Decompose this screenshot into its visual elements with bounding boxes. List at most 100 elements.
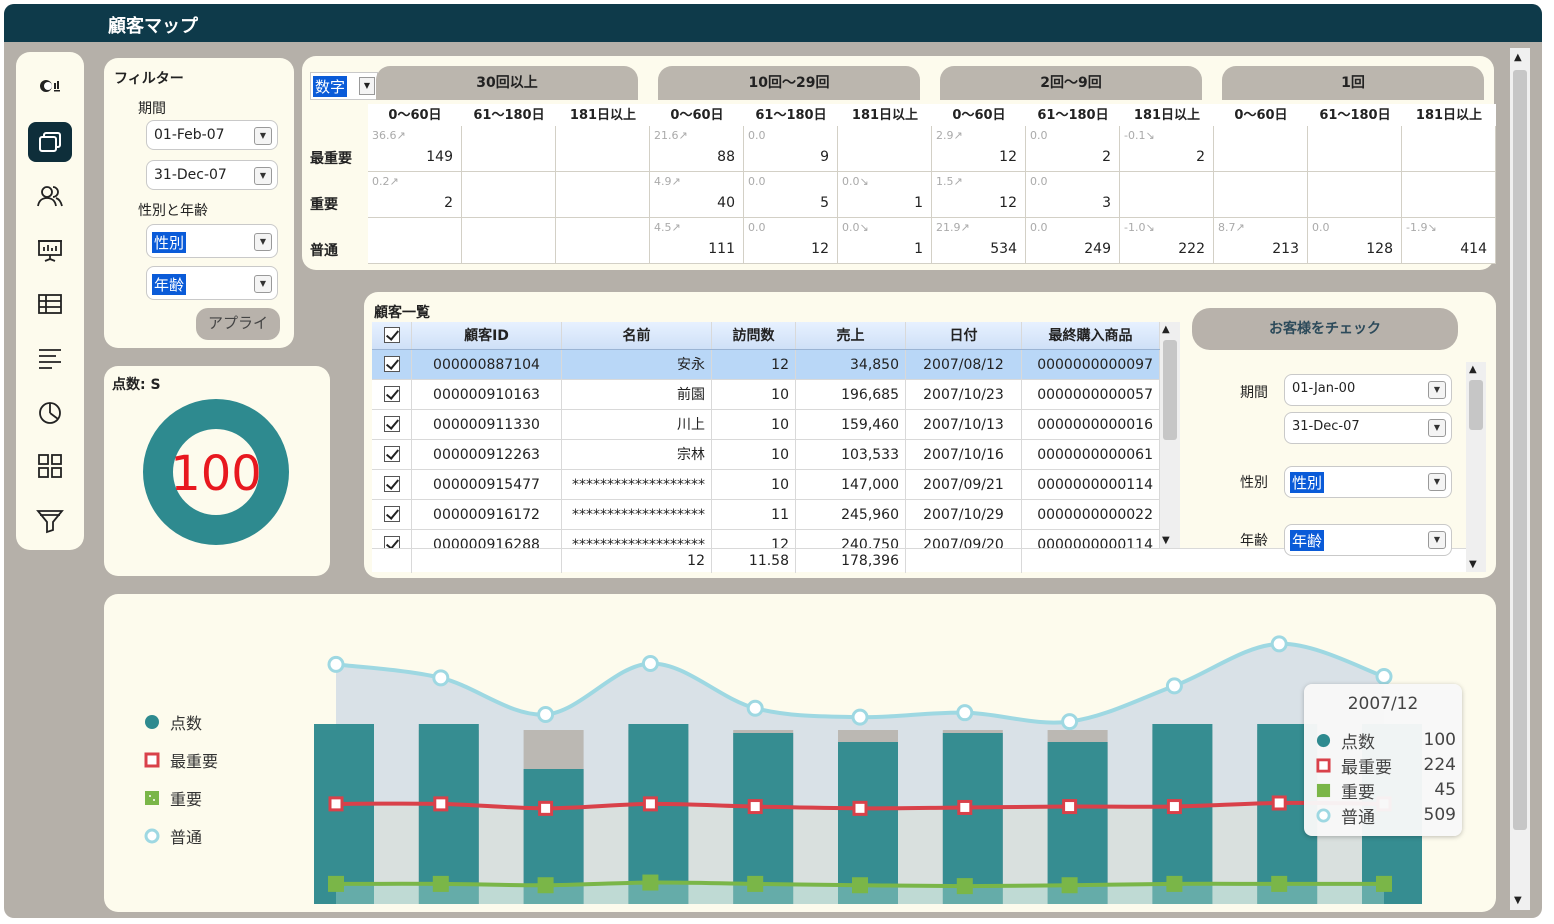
date-to-combo[interactable]: 31-Dec-07 ▼ <box>146 160 278 190</box>
column-header[interactable]: 日付 <box>906 322 1022 349</box>
column-header[interactable]: 訪問数 <box>712 322 796 349</box>
chevron-up-icon[interactable]: ▲ <box>1514 52 1522 63</box>
column-header[interactable]: 売上 <box>796 322 906 349</box>
chevron-down-icon[interactable]: ▼ <box>1469 559 1477 570</box>
row-checkbox[interactable] <box>372 380 412 409</box>
chevron-down-icon[interactable]: ▼ <box>1428 473 1446 491</box>
row-checkbox[interactable] <box>372 410 412 439</box>
checkbox-icon[interactable] <box>383 327 400 343</box>
matrix-cell[interactable] <box>1308 172 1402 218</box>
pie-chart-icon[interactable] <box>28 392 72 432</box>
matrix-cell[interactable] <box>556 218 650 264</box>
chevron-down-icon[interactable]: ▼ <box>1162 535 1170 546</box>
checkbox-icon[interactable] <box>383 506 400 522</box>
matrix-cell[interactable]: 4.9↗ 40 <box>650 172 744 218</box>
row-checkbox[interactable] <box>372 500 412 529</box>
check-customer-button[interactable]: お客様をチェック <box>1192 308 1458 350</box>
matrix-cell[interactable]: -0.1↘ 2 <box>1120 126 1214 172</box>
matrix-mode-combo[interactable]: 数字 ▼ <box>310 72 378 100</box>
chevron-down-icon[interactable]: ▼ <box>1428 381 1446 399</box>
matrix-cell[interactable] <box>368 218 462 264</box>
grid-scroll-thumb[interactable] <box>1163 340 1177 440</box>
grid-icon[interactable] <box>28 446 72 486</box>
cards-icon[interactable] <box>28 122 72 162</box>
summary-icon[interactable] <box>28 66 72 106</box>
row-checkbox[interactable] <box>372 440 412 469</box>
matrix-cell[interactable]: 0.2↗ 2 <box>368 172 462 218</box>
matrix-cell[interactable]: 0.0↘ 1 <box>838 172 932 218</box>
chevron-down-icon[interactable]: ▼ <box>254 233 272 251</box>
chevron-up-icon[interactable]: ▲ <box>1469 364 1477 375</box>
check-date-from-combo[interactable]: 01-Jan-00 ▼ <box>1284 374 1452 406</box>
checkbox-icon[interactable] <box>383 476 400 492</box>
matrix-cell[interactable]: 0.0 12 <box>744 218 838 264</box>
table-row[interactable]: 000000915477 ******************* 10 147,000… <box>372 470 1160 500</box>
matrix-cell[interactable]: 0.0 2 <box>1026 126 1120 172</box>
check-age-combo[interactable]: 年齢 ▼ <box>1284 524 1452 556</box>
matrix-cell[interactable] <box>1120 172 1214 218</box>
window-scrollbar[interactable]: ▲ ▼ <box>1510 48 1530 910</box>
matrix-cell[interactable]: 21.6↗ 88 <box>650 126 744 172</box>
matrix-cell[interactable]: 0.0 249 <box>1026 218 1120 264</box>
matrix-cell[interactable]: -1.0↘ 222 <box>1120 218 1214 264</box>
table-row[interactable]: 000000916172 ******************* 11 245,960… <box>372 500 1160 530</box>
select-all-checkbox[interactable] <box>372 322 412 349</box>
checkbox-icon[interactable] <box>383 446 400 462</box>
column-header[interactable]: 顧客ID <box>412 322 562 349</box>
matrix-cell[interactable] <box>462 126 556 172</box>
matrix-cell[interactable]: 8.7↗ 213 <box>1214 218 1308 264</box>
list-icon[interactable] <box>28 338 72 378</box>
window-scroll-thumb[interactable] <box>1513 70 1527 830</box>
check-scroll-thumb[interactable] <box>1469 380 1483 430</box>
matrix-cell[interactable] <box>462 218 556 264</box>
funnel-icon[interactable] <box>28 500 72 540</box>
legend-item-score[interactable]: 点数 <box>144 710 202 734</box>
apply-button[interactable]: アプライ <box>196 308 280 340</box>
matrix-cell[interactable]: 36.6↗ 149 <box>368 126 462 172</box>
row-checkbox[interactable] <box>372 350 412 379</box>
column-header[interactable]: 名前 <box>562 322 712 349</box>
chevron-down-icon[interactable]: ▼ <box>359 77 375 95</box>
matrix-cell[interactable]: 1.5↗ 12 <box>932 172 1026 218</box>
chevron-down-icon[interactable]: ▼ <box>1514 895 1522 906</box>
matrix-cell[interactable]: 0.0 3 <box>1026 172 1120 218</box>
table-row[interactable]: 000000916288 ******************* 12 240,750… <box>372 530 1160 548</box>
matrix-cell[interactable] <box>1308 126 1402 172</box>
matrix-cell[interactable]: 0.0 128 <box>1308 218 1402 264</box>
table-row[interactable]: 000000887104 安永 12 34,850 2007/08/12 00000000… <box>372 350 1160 380</box>
table-row[interactable]: 000000910163 前園 10 196,685 2007/10/23 0000000… <box>372 380 1160 410</box>
date-from-combo[interactable]: 01-Feb-07 ▼ <box>146 120 278 150</box>
table-icon[interactable] <box>28 284 72 324</box>
checkbox-icon[interactable] <box>383 386 400 402</box>
matrix-cell[interactable] <box>556 126 650 172</box>
column-header[interactable]: 最終購入商品 <box>1022 322 1160 349</box>
matrix-cell[interactable] <box>838 126 932 172</box>
matrix-cell[interactable]: 4.5↗ 111 <box>650 218 744 264</box>
matrix-cell[interactable] <box>1214 172 1308 218</box>
gender-combo[interactable]: 性別 ▼ <box>146 224 278 258</box>
presentation-icon[interactable] <box>28 230 72 270</box>
check-panel-scrollbar[interactable]: ▲ ▼ <box>1466 362 1486 572</box>
chevron-down-icon[interactable]: ▼ <box>1428 531 1446 549</box>
chevron-down-icon[interactable]: ▼ <box>254 167 272 185</box>
table-row[interactable]: 000000912263 宗林 10 103,533 2007/10/16 0000000… <box>372 440 1160 470</box>
matrix-cell[interactable]: 0.0↘ 1 <box>838 218 932 264</box>
checkbox-icon[interactable] <box>383 536 400 548</box>
table-row[interactable]: 000000911330 川上 10 159,460 2007/10/13 0000000… <box>372 410 1160 440</box>
matrix-cell[interactable] <box>1402 126 1496 172</box>
legend-item-important[interactable]: 重要 <box>144 786 202 810</box>
legend-item-top[interactable]: 最重要 <box>144 748 218 772</box>
matrix-cell[interactable]: 21.9↗ 534 <box>932 218 1026 264</box>
matrix-cell[interactable] <box>556 172 650 218</box>
grid-scrollbar[interactable]: ▲ ▼ <box>1160 322 1180 548</box>
check-date-to-combo[interactable]: 31-Dec-07 ▼ <box>1284 412 1452 444</box>
check-gender-combo[interactable]: 性別 ▼ <box>1284 466 1452 498</box>
matrix-cell[interactable]: 0.0 5 <box>744 172 838 218</box>
chevron-down-icon[interactable]: ▼ <box>254 127 272 145</box>
matrix-cell[interactable] <box>462 172 556 218</box>
matrix-cell[interactable] <box>1402 172 1496 218</box>
legend-item-normal[interactable]: 普通 <box>144 824 202 848</box>
matrix-cell[interactable]: 0.0 9 <box>744 126 838 172</box>
row-checkbox[interactable] <box>372 530 412 548</box>
users-icon[interactable] <box>28 176 72 216</box>
